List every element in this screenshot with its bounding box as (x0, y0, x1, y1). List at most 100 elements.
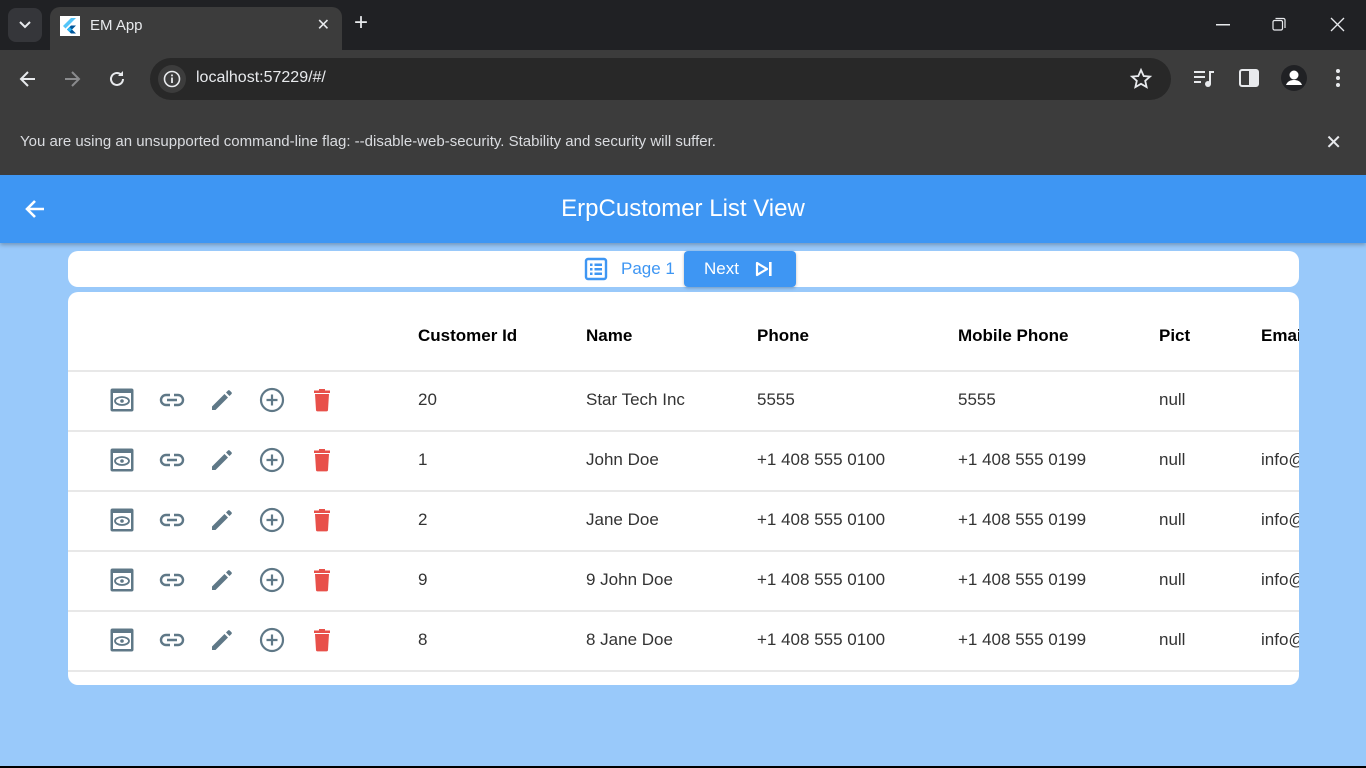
back-icon[interactable] (17, 68, 39, 90)
minimize-icon[interactable] (1216, 24, 1230, 26)
add-circle-icon[interactable] (259, 447, 285, 473)
view-icon[interactable] (109, 507, 135, 533)
cell-customer-id: 8 (418, 630, 428, 649)
customer-table: Customer Id Name Phone Mobile Phone Pict… (68, 292, 1299, 685)
url-text[interactable]: localhost:57229/#/ (196, 69, 326, 87)
delete-trash-icon[interactable] (309, 507, 335, 533)
view-icon[interactable] (109, 387, 135, 413)
column-header-name[interactable]: Name (586, 326, 632, 346)
next-page-button[interactable]: Next (684, 251, 796, 287)
column-header-email[interactable]: Emai (1261, 326, 1299, 346)
delete-trash-icon[interactable] (309, 567, 335, 593)
browser-tab-strip: EM App ✕ + (0, 0, 1366, 50)
cell-phone: +1 408 555 0100 (757, 630, 886, 649)
cell-phone: +1 408 555 0100 (757, 510, 886, 529)
new-tab-button[interactable]: + (354, 11, 368, 35)
cell-pict: null (1159, 630, 1186, 649)
table-row: 9 9 John Doe +1 408 555 0100 +1 408 555 … (68, 550, 1299, 610)
link-icon[interactable] (159, 447, 185, 473)
table-row: 2 Jane Doe +1 408 555 0100 +1 408 555 01… (68, 490, 1299, 550)
delete-trash-icon[interactable] (309, 447, 335, 473)
pagination-bar: Page 1 Next (68, 251, 1299, 287)
infobar-message: You are using an unsupported command-lin… (20, 133, 716, 150)
cell-name: 8 Jane Doe (586, 630, 673, 649)
cell-customer-id: 9 (418, 570, 428, 589)
forward-icon[interactable] (61, 68, 83, 90)
cell-name: Star Tech Inc (586, 390, 685, 409)
cell-mobile-phone: +1 408 555 0199 (958, 570, 1087, 589)
edit-pencil-icon[interactable] (209, 567, 235, 593)
next-button-label: Next (704, 259, 739, 278)
chevron-down-icon (19, 21, 31, 29)
page-indicator: Page 1 (621, 259, 675, 278)
infobar-close-icon[interactable]: ✕ (1325, 130, 1342, 155)
flutter-logo-icon (60, 16, 80, 36)
link-icon[interactable] (159, 387, 185, 413)
cell-mobile-phone: +1 408 555 0199 (958, 450, 1087, 469)
window-close-icon[interactable] (1330, 17, 1345, 32)
cell-customer-id: 1 (418, 450, 428, 469)
bookmark-star-icon[interactable] (1129, 67, 1153, 91)
column-header-customer-id[interactable]: Customer Id (418, 326, 517, 346)
side-panel-icon[interactable] (1238, 67, 1260, 89)
cell-customer-id: 20 (418, 390, 437, 409)
cell-name: 9 John Doe (586, 570, 673, 589)
tab-title: EM App (90, 17, 143, 34)
cell-pict: null (1159, 510, 1186, 529)
cell-email: info@ (1261, 570, 1299, 589)
view-icon[interactable] (109, 567, 135, 593)
cell-pict: null (1159, 570, 1186, 589)
view-icon[interactable] (109, 627, 135, 653)
table-bottom-divider (68, 670, 1299, 672)
add-circle-icon[interactable] (259, 387, 285, 413)
edit-pencil-icon[interactable] (209, 387, 235, 413)
cell-mobile-phone: +1 408 555 0199 (958, 630, 1087, 649)
delete-trash-icon[interactable] (309, 387, 335, 413)
cell-email: info@ (1261, 510, 1299, 529)
cell-mobile-phone: +1 408 555 0199 (958, 510, 1087, 529)
cell-phone: 5555 (757, 390, 795, 409)
cell-email: info@ (1261, 630, 1299, 649)
browser-tab[interactable]: EM App ✕ (50, 7, 342, 50)
page-title: ErpCustomer List View (561, 195, 805, 222)
list-view-icon (584, 257, 608, 281)
cell-email: info@ (1261, 450, 1299, 469)
cell-phone: +1 408 555 0100 (757, 570, 886, 589)
tab-close-icon[interactable]: ✕ (317, 15, 330, 35)
table-row: 20 Star Tech Inc 5555 5555 null (68, 370, 1299, 430)
app-bar: ErpCustomer List View (0, 175, 1366, 243)
profile-avatar-icon[interactable] (1281, 65, 1307, 91)
app-body: ErpCustomer List View Page 1 Next Custom… (0, 175, 1366, 766)
address-bar[interactable]: localhost:57229/#/ (150, 58, 1171, 100)
add-circle-icon[interactable] (259, 627, 285, 653)
restore-icon[interactable] (1272, 17, 1286, 31)
edit-pencil-icon[interactable] (209, 447, 235, 473)
column-header-phone[interactable]: Phone (757, 326, 809, 346)
skip-next-icon (755, 261, 772, 277)
cell-name: John Doe (586, 450, 659, 469)
browser-toolbar: localhost:57229/#/ (0, 50, 1366, 108)
view-icon[interactable] (109, 447, 135, 473)
column-header-pict[interactable]: Pict (1159, 326, 1190, 346)
cell-pict: null (1159, 390, 1186, 409)
reload-icon[interactable] (106, 68, 128, 90)
cell-pict: null (1159, 450, 1186, 469)
edit-pencil-icon[interactable] (209, 627, 235, 653)
link-icon[interactable] (159, 567, 185, 593)
more-menu-icon[interactable] (1335, 67, 1341, 89)
site-info-icon[interactable] (158, 65, 186, 93)
add-circle-icon[interactable] (259, 567, 285, 593)
add-circle-icon[interactable] (259, 507, 285, 533)
table-row: 8 8 Jane Doe +1 408 555 0100 +1 408 555 … (68, 610, 1299, 670)
delete-trash-icon[interactable] (309, 627, 335, 653)
media-control-icon[interactable] (1193, 67, 1215, 89)
link-icon[interactable] (159, 507, 185, 533)
cell-mobile-phone: 5555 (958, 390, 996, 409)
column-header-mobile-phone[interactable]: Mobile Phone (958, 326, 1069, 346)
cell-phone: +1 408 555 0100 (757, 450, 886, 469)
cell-customer-id: 2 (418, 510, 428, 529)
warning-infobar: You are using an unsupported command-lin… (0, 108, 1366, 175)
link-icon[interactable] (159, 627, 185, 653)
edit-pencil-icon[interactable] (209, 507, 235, 533)
tab-search-button[interactable] (8, 8, 42, 42)
